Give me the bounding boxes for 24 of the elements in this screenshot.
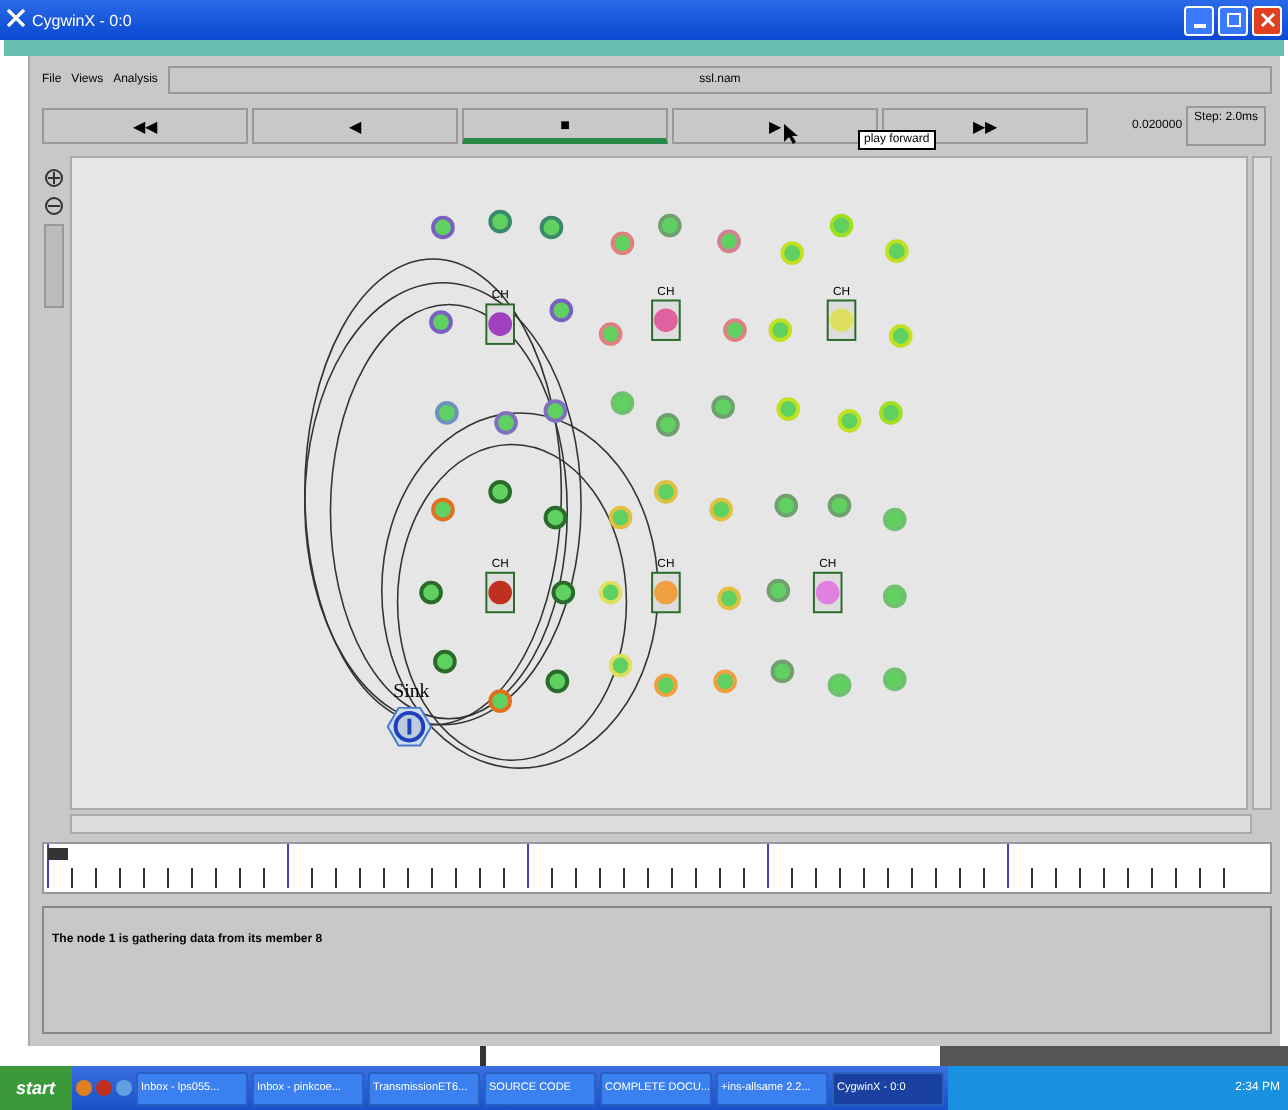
mouse-pointer-icon bbox=[784, 124, 798, 144]
cluster-head-node bbox=[826, 299, 857, 341]
playback-button[interactable]: ■ bbox=[462, 108, 668, 144]
timeline[interactable] bbox=[42, 842, 1272, 894]
playback-button[interactable]: ◀◀ bbox=[42, 108, 248, 144]
close-icon bbox=[1259, 12, 1275, 28]
playback-button[interactable]: ◀ bbox=[252, 108, 458, 144]
cluster-head-node bbox=[651, 571, 681, 614]
cluster-head-node bbox=[651, 299, 681, 341]
time-marker-icon bbox=[48, 848, 68, 860]
close-button[interactable] bbox=[1252, 5, 1282, 35]
start-button[interactable]: start bbox=[0, 1066, 72, 1110]
cluster-head-node bbox=[812, 571, 843, 614]
sink-node bbox=[386, 706, 433, 747]
cluster-head-node bbox=[485, 303, 515, 345]
cluster-head-node bbox=[485, 571, 515, 614]
zoom-in-icon[interactable] bbox=[44, 168, 64, 188]
horizontal-scrollbar[interactable] bbox=[70, 814, 1252, 834]
minimize-button[interactable] bbox=[1184, 5, 1214, 35]
maximize-icon bbox=[1225, 12, 1241, 28]
vertical-scrollbar[interactable] bbox=[1252, 156, 1272, 810]
window-title: CygwinX - 0:0 bbox=[32, 11, 134, 29]
zoom-out-icon[interactable] bbox=[44, 196, 64, 216]
maximize-button[interactable] bbox=[1218, 5, 1248, 35]
